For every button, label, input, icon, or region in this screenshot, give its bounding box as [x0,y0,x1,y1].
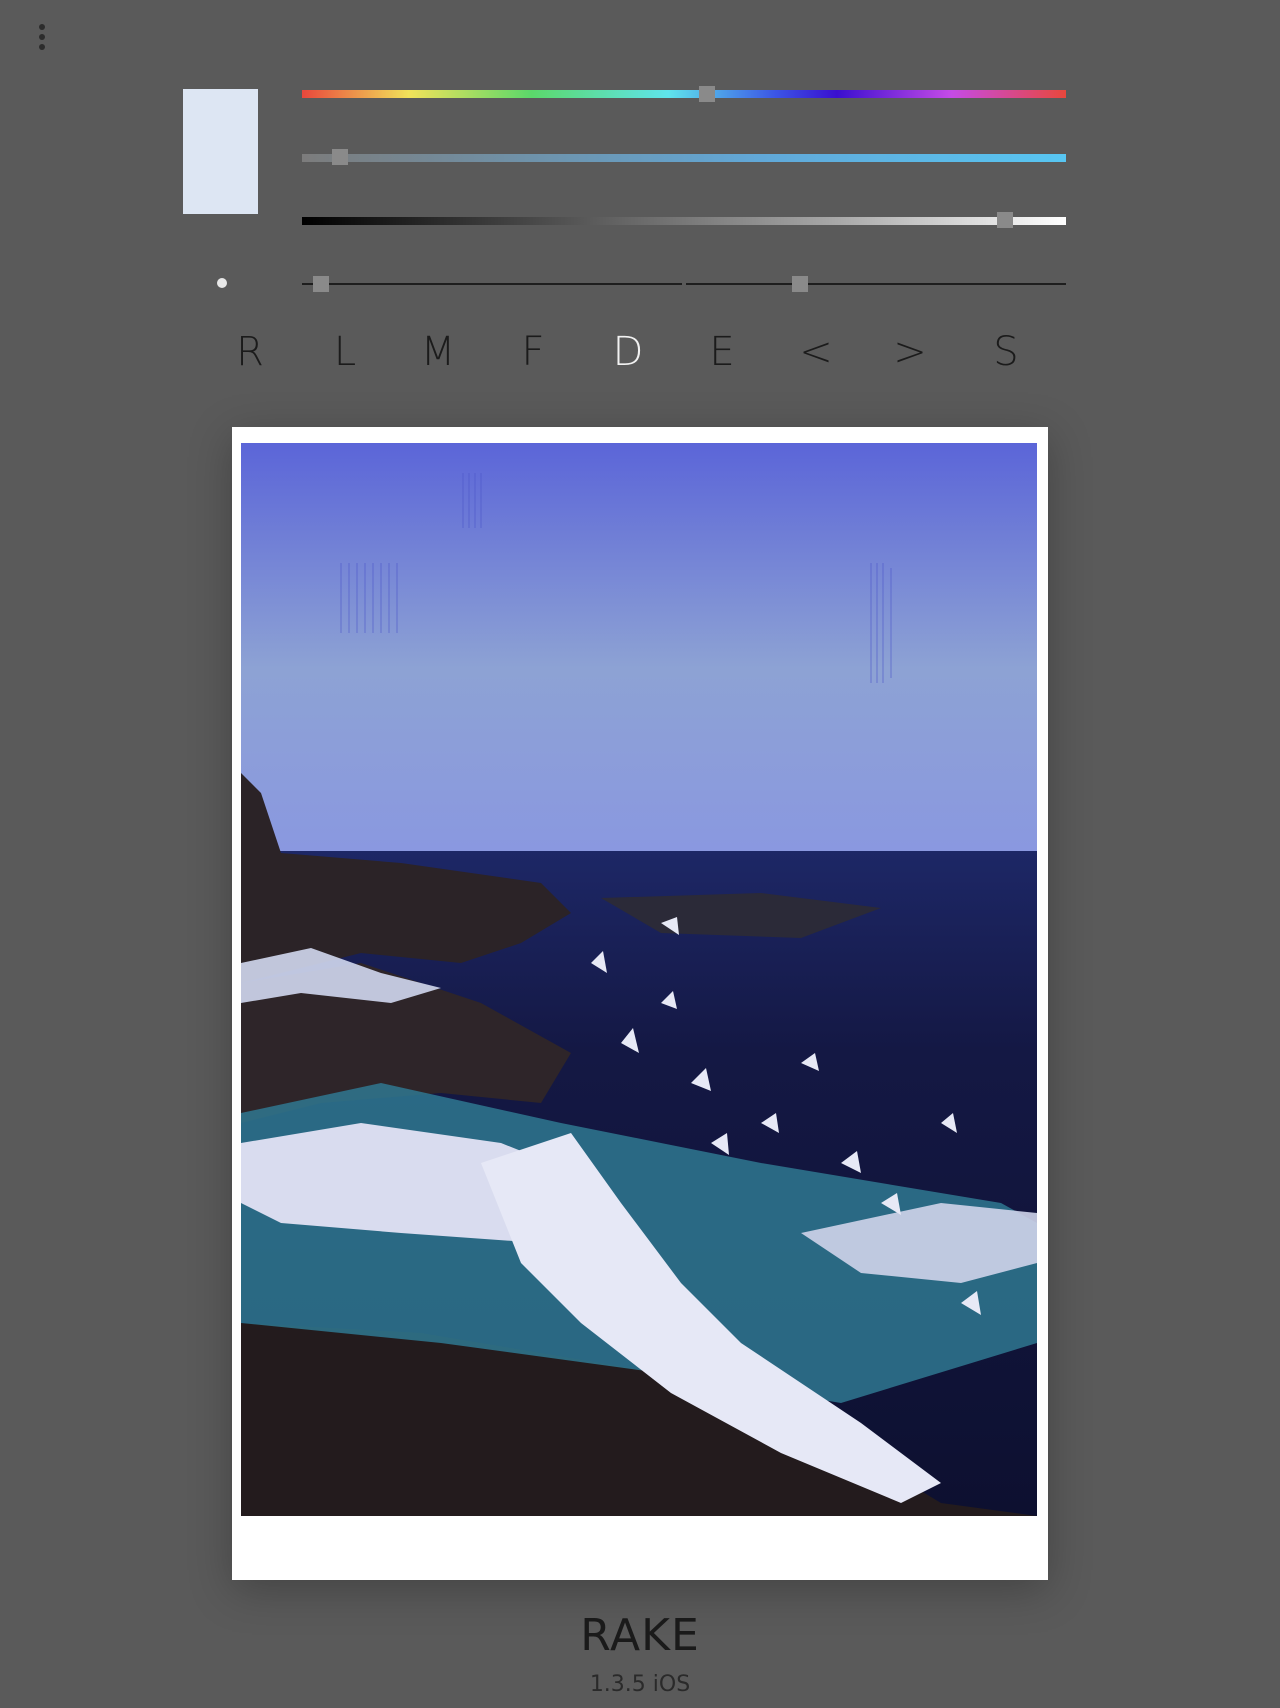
brightness-track [302,217,1066,225]
tool-r[interactable]: R [230,326,270,378]
hue-thumb[interactable] [698,86,715,102]
overflow-menu-icon[interactable] [36,24,48,62]
tool-s[interactable]: S [986,326,1026,378]
tool-m[interactable]: M [418,326,458,378]
brush-preview-dot [217,278,227,288]
canvas-paper [232,427,1048,1580]
tool-d[interactable]: D [608,326,648,378]
tool-redo[interactable]: > [890,326,930,378]
artwork-canvas[interactable] [241,443,1037,1516]
app-name: RAKE [580,1610,700,1661]
brush-opacity-track [686,283,1066,285]
tool-bar: R L M F D E < > S [230,326,1060,378]
brush-opacity-slider[interactable] [686,276,1066,292]
saturation-slider[interactable] [302,149,1066,165]
brush-size-slider[interactable] [302,276,682,292]
brush-size-thumb[interactable] [313,276,329,292]
brush-size-track [302,283,682,285]
hue-slider[interactable] [302,86,1066,102]
current-color-swatch[interactable] [183,89,258,214]
tool-f[interactable]: F [513,326,553,378]
saturation-thumb[interactable] [332,149,349,165]
tool-l[interactable]: L [325,326,365,378]
brightness-thumb[interactable] [996,212,1013,228]
brush-opacity-thumb[interactable] [792,276,808,292]
hue-track [302,90,1066,98]
brightness-slider[interactable] [302,212,1066,228]
tool-e[interactable]: E [702,326,742,378]
saturation-track [302,154,1066,162]
tool-undo[interactable]: < [796,326,836,378]
app-version: 1.3.5 iOS [589,1672,691,1697]
